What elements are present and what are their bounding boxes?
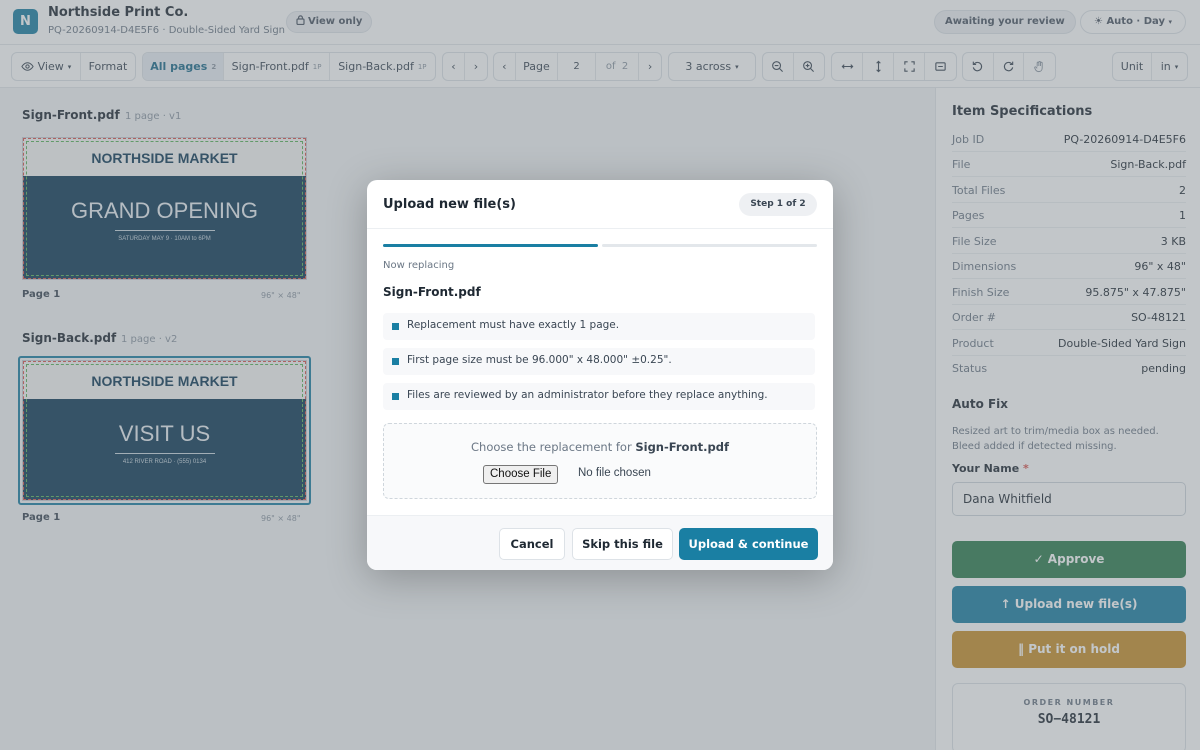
skip-file-button[interactable]: Skip this file — [572, 528, 673, 560]
drop-prompt-text: Choose the replacement for — [471, 440, 632, 454]
bullet-square — [392, 393, 399, 400]
upload-continue-button[interactable]: Upload & continue — [679, 528, 818, 560]
drop-prompt: Choose the replacement for Sign-Front.pd… — [384, 440, 816, 454]
rule-item: Replacement must have exactly 1 page. — [383, 313, 815, 340]
bullet-square — [392, 323, 399, 330]
drop-prompt-file: Sign-Front.pdf — [635, 440, 729, 454]
no-file-chosen-text: No file chosen — [578, 467, 651, 479]
choose-file-button[interactable]: Choose File — [483, 465, 559, 484]
bullet-square — [392, 358, 399, 365]
modal-title: Upload new file(s) — [383, 197, 516, 212]
now-replacing-label: Now replacing — [383, 260, 455, 271]
progress-step-1 — [383, 244, 598, 247]
modal-footer: Cancel Skip this file Upload & continue — [367, 515, 833, 570]
progress-step-2 — [602, 244, 817, 247]
step-badge: Step 1 of 2 — [739, 193, 817, 216]
rule-item: First page size must be 96.000" x 48.000… — [383, 348, 815, 375]
modal-divider — [367, 228, 833, 229]
rule-text: Replacement must have exactly 1 page. — [407, 319, 620, 331]
upload-modal: Upload new file(s) Step 1 of 2 Now repla… — [367, 180, 833, 570]
rule-item: Files are reviewed by an administrator b… — [383, 383, 815, 410]
file-drop-zone[interactable]: Choose the replacement for Sign-Front.pd… — [383, 423, 817, 499]
cancel-button[interactable]: Cancel — [499, 528, 565, 560]
rule-text: First page size must be 96.000" x 48.000… — [407, 354, 672, 366]
rule-text: Files are reviewed by an administrator b… — [407, 389, 768, 401]
replacing-file-name: Sign-Front.pdf — [383, 285, 481, 299]
